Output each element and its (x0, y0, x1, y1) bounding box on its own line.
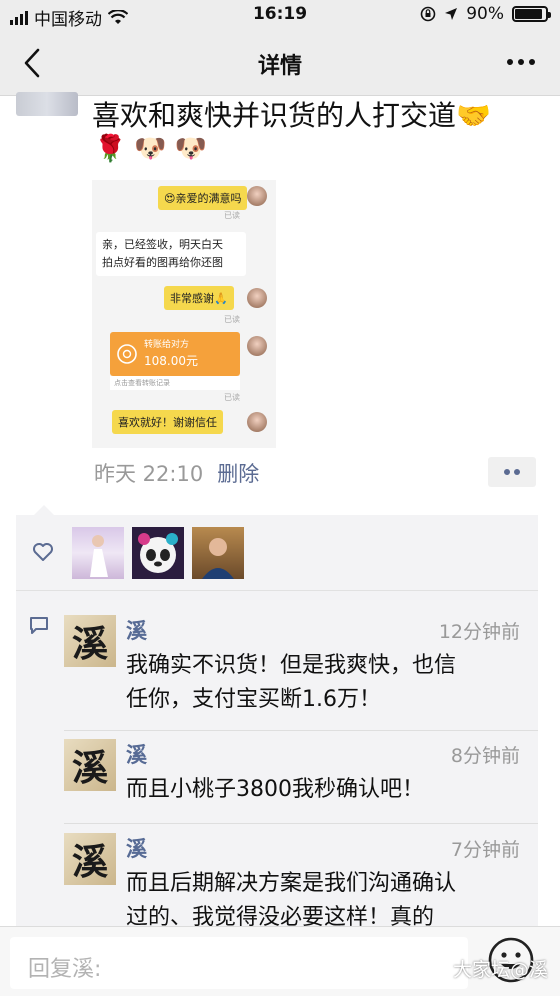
status-bar: 中国移动 16:19 90% (0, 0, 560, 30)
comment-avatar[interactable]: 溪 (64, 615, 116, 667)
comment-text-line1: 我确实不识货！但是我爽快，也信 (126, 653, 457, 678)
watermark: 大家坛@溪 (452, 959, 548, 981)
comment-avatar[interactable]: 溪 (64, 739, 116, 791)
post-time: 昨天 22:10 (94, 462, 204, 486)
chat-msg-2-line1: 亲，已经签收，明天白天 (102, 238, 223, 251)
panda-icon (138, 533, 178, 573)
likes-row (16, 515, 538, 591)
comment-text-line1: 而且后期解决方案是我们沟通确认 (126, 871, 457, 896)
avatar-figure (90, 535, 108, 577)
comment-item[interactable]: 溪 溪 7分钟前 而且后期解决方案是我们沟通确认 过的、我觉得没必要这样！真的 (16, 825, 538, 935)
transfer-amount: 108.00元 (144, 354, 198, 368)
interaction-panel: 溪 溪 12分钟前 我确实不识货！但是我爽快，也信 任你，支付宝买断1.6万！ … (16, 505, 538, 935)
chat-avatar (247, 288, 267, 308)
two-dots-icon (504, 469, 520, 475)
post-author-avatar[interactable] (16, 92, 78, 116)
orientation-lock-icon (420, 6, 436, 22)
comment-time: 7分钟前 (450, 839, 520, 861)
chat-read-transfer: 已读 (224, 393, 240, 402)
transfer-link: 点击查看转账记录 (110, 376, 240, 390)
post-meta: 昨天 22:10 删除 (94, 458, 259, 488)
comment-text-line2: 任你，支付宝买断1.6万！ (126, 687, 381, 712)
status-right: 90% (420, 4, 551, 24)
chat-avatar (247, 336, 267, 356)
comment-bubble-icon (30, 617, 48, 634)
more-dots-icon[interactable] (504, 52, 538, 72)
transfer-label: 转账给对方 (144, 340, 190, 350)
heart-outline-icon (33, 543, 53, 561)
delete-link[interactable]: 删除 (217, 458, 259, 488)
comment-time: 8分钟前 (450, 745, 520, 767)
comment-divider (64, 823, 538, 824)
chat-msg-1: 😍亲爱的满意吗 (158, 186, 248, 210)
chat-msg-2: 亲，已经签收，明天白天 拍点好看的图再给你还图 (96, 232, 246, 276)
chat-msg-4: 喜欢就好！谢谢信任 (112, 410, 223, 434)
avatar-panda[interactable] (132, 527, 184, 579)
comment-author[interactable]: 溪 (126, 833, 147, 863)
comment-item[interactable]: 溪 溪 12分钟前 我确实不识货！但是我爽快，也信 任你，支付宝买断1.6万！ (16, 605, 538, 725)
comment-avatar[interactable]: 溪 (64, 833, 116, 885)
avatar-figure (202, 538, 234, 579)
chat-read-3: 已读 (224, 315, 240, 324)
chat-avatar (247, 186, 267, 206)
avatar-woman-white-dress[interactable] (72, 527, 124, 579)
transfer-card: 转账给对方 108.00元 (110, 332, 240, 376)
reply-input[interactable]: 回复溪: (10, 937, 468, 989)
post-emojis: 🌹 🐶 🐶 (94, 134, 207, 164)
dog-emoji: 🐶 (134, 134, 167, 164)
rose-emoji: 🌹 (94, 134, 127, 164)
location-arrow-icon (445, 8, 458, 20)
comment-action-button[interactable] (488, 457, 536, 487)
battery-percent: 90% (466, 4, 504, 24)
chat-read-1: 已读 (224, 211, 240, 220)
dog-emoji: 🐶 (174, 134, 208, 164)
nav-bar: 详情 (0, 30, 560, 96)
battery-level (515, 9, 542, 19)
comment-text-line1: 而且小桃子3800我秒确认吧！ (126, 777, 424, 802)
comment-item[interactable]: 溪 溪 8分钟前 而且小桃子3800我秒确认吧！ (16, 731, 538, 823)
comment-author[interactable]: 溪 (126, 739, 147, 769)
post-text: 喜欢和爽快并识货的人打交道🤝 (92, 99, 491, 132)
chat-avatar (247, 412, 267, 432)
battery-icon (512, 6, 551, 22)
page-title: 详情 (257, 54, 302, 79)
post-image[interactable]: 😍亲爱的满意吗 已读 亲，已经签收，明天白天 拍点好看的图再给你还图 非常感谢🙏… (92, 180, 276, 448)
comment-author[interactable]: 溪 (126, 615, 147, 645)
chat-msg-3: 非常感谢🙏 (164, 286, 234, 310)
transfer-icon (117, 344, 137, 364)
comment-time: 12分钟前 (438, 621, 520, 643)
chat-msg-2-line2: 拍点好看的图再给你还图 (102, 256, 223, 269)
avatar-man-portrait[interactable] (192, 527, 244, 579)
